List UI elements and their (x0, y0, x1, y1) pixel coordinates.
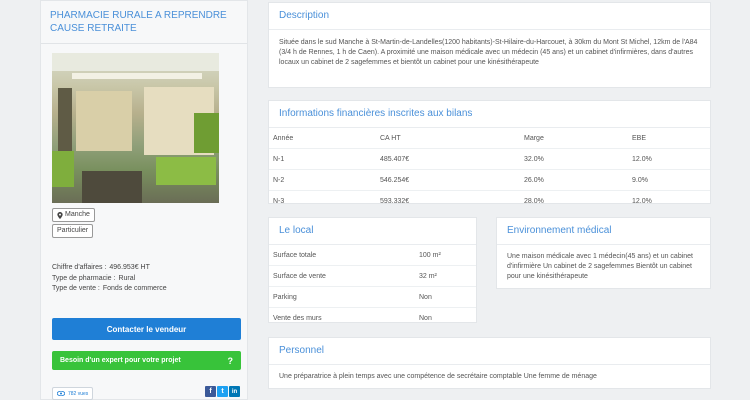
facebook-icon[interactable]: f (205, 386, 216, 397)
fact-pharmacy-type: Type de pharmacie : Rural (52, 274, 167, 285)
premises-title: Le local (269, 218, 476, 245)
linkedin-icon[interactable]: in (229, 386, 240, 397)
divider (41, 43, 247, 44)
staff-title: Personnel (269, 338, 710, 365)
eye-icon (57, 391, 65, 396)
table-cell: 32 m² (415, 265, 476, 287)
table-cell: N-3 (273, 197, 285, 205)
staff-text: Une préparatrice à plein temps avec une … (279, 373, 597, 380)
medical-environment-panel: Environnement médical Une maison médical… (496, 217, 711, 289)
location-tag-label: Manche (65, 211, 90, 218)
table-cell: 485.407€ (376, 148, 520, 170)
table-cell: Surface de vente (269, 265, 415, 287)
medical-environment-text: Une maison médicale avec 1 médecin(45 an… (507, 253, 693, 280)
column-header: Marge (520, 128, 628, 149)
fact-value: Fonds de commerce (102, 285, 167, 292)
table-cell: 12.0% (632, 197, 652, 205)
description-panel: Description Située dans le sud Manche à … (268, 2, 711, 88)
question-icon: ? (227, 355, 234, 366)
fact-revenue: Chiffre d'affaires :496.953€ HT (52, 263, 167, 274)
premises-panel: Le local Surface totale 100 m² Surface d… (268, 217, 477, 323)
table-cell: Vente des murs (273, 314, 322, 322)
table-cell: N-1 (269, 148, 376, 170)
expert-help-label: Besoin d'un expert pour votre projet (60, 357, 181, 364)
table-row: Vente des murs Non (269, 308, 476, 329)
listing-card: PHARMACIE RURALE A REPRENDRE CAUSE RETRA… (40, 0, 248, 400)
table-cell: Surface totale (269, 245, 415, 266)
description-title: Description (269, 3, 710, 30)
column-header: Année (269, 128, 376, 149)
description-text: Située dans le sud Manche à St-Martin-de… (279, 39, 698, 66)
fact-value: Rural (118, 274, 136, 282)
staff-panel: Personnel Une préparatrice à plein temps… (268, 337, 711, 389)
fact-sale-type: Type de vente : Fonds de commerce (52, 284, 167, 295)
seller-type-tag: Particulier (52, 224, 94, 238)
table-cell: N-2 (269, 169, 376, 191)
pharmacy-photo (52, 53, 219, 203)
seller-type-label: Particulier (57, 227, 89, 234)
table-row: Surface totale 100 m² (269, 245, 476, 266)
fact-label: Type de pharmacie : (52, 274, 116, 282)
table-header-row: Année CA HT Marge EBE (269, 128, 710, 149)
fact-label: Chiffre d'affaires : (52, 264, 107, 271)
table-row: N-3 593.332€ 28.0% 12.0% (269, 191, 710, 212)
finance-table: Année CA HT Marge EBE N-1 485.407€ 32.0%… (269, 128, 710, 211)
contact-seller-button[interactable]: Contacter le vendeur (52, 318, 241, 340)
fact-value: 496.953€ HT (109, 264, 150, 271)
finance-title: Informations financières inscrites aux b… (269, 101, 710, 128)
column-header: CA HT (376, 128, 520, 149)
social-share: f t in (205, 386, 240, 397)
table-cell: 593.332€ (380, 197, 410, 205)
map-pin-icon (57, 211, 63, 219)
table-cell: Non (415, 286, 476, 308)
table-row: Parking Non (269, 286, 476, 308)
listing-title: PHARMACIE RURALE A REPRENDRE CAUSE RETRA… (50, 10, 227, 34)
table-cell: 9.0% (628, 169, 710, 191)
column-header: EBE (628, 128, 710, 149)
table-cell: Non (419, 314, 432, 322)
views-count: 782 vues (68, 390, 89, 397)
expert-help-button[interactable]: Besoin d'un expert pour votre projet ? (52, 351, 241, 370)
table-cell: 100 m² (415, 245, 476, 266)
table-cell: 546.254€ (376, 169, 520, 191)
table-row: N-1 485.407€ 32.0% 12.0% (269, 148, 710, 170)
finance-panel: Informations financières inscrites aux b… (268, 100, 711, 205)
views-badge: 782 vues (52, 387, 94, 400)
table-cell: 26.0% (520, 169, 628, 191)
location-tag: Manche (52, 208, 95, 222)
listing-facts: Chiffre d'affaires :496.953€ HT Type de … (52, 263, 167, 295)
table-cell: 32.0% (520, 148, 628, 170)
table-row: Surface de vente 32 m² (269, 265, 476, 287)
table-cell: 12.0% (628, 148, 710, 170)
table-row: N-2 546.254€ 26.0% 9.0% (269, 169, 710, 191)
premises-table: Surface totale 100 m² Surface de vente 3… (269, 245, 476, 328)
table-cell: 28.0% (524, 197, 544, 205)
twitter-icon[interactable]: t (217, 386, 228, 397)
fact-label: Type de vente : (52, 285, 100, 292)
table-cell: Parking (269, 286, 415, 308)
medical-environment-title: Environnement médical (497, 218, 710, 245)
